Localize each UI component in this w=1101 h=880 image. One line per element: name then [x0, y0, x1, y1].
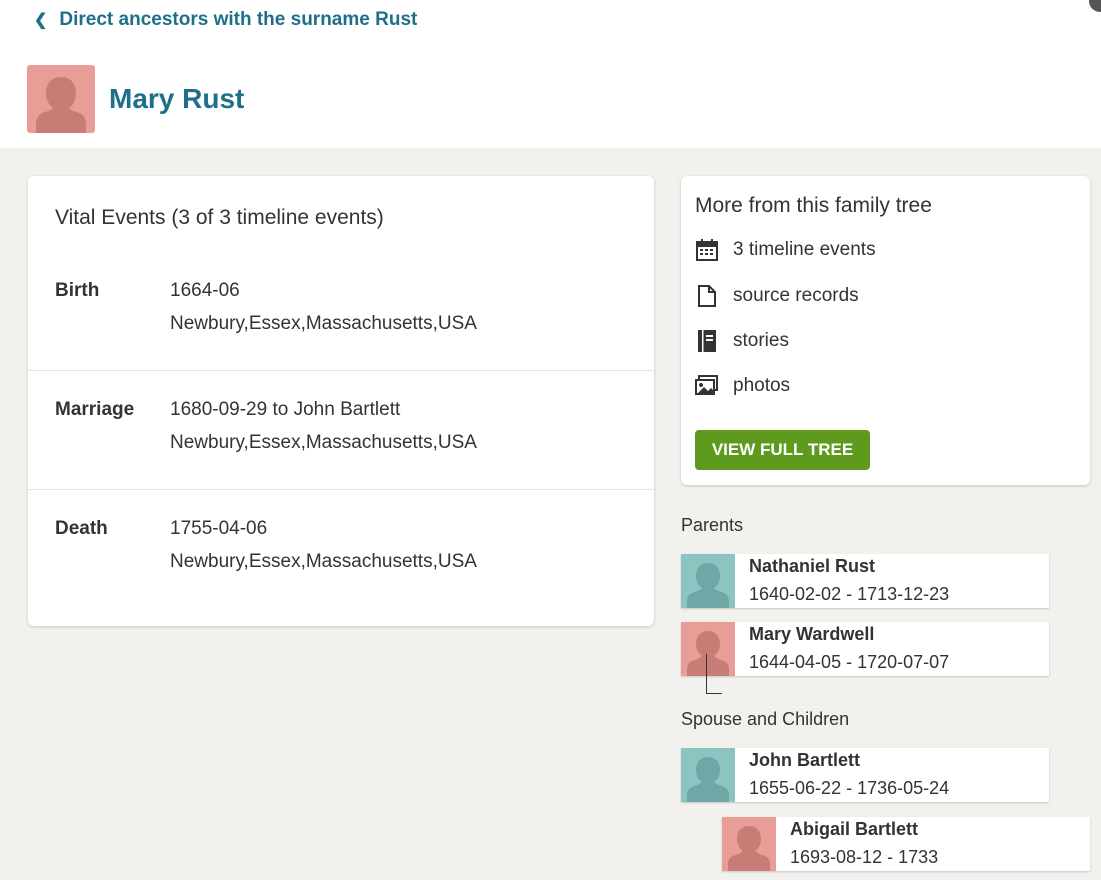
event-label: Death [55, 518, 108, 539]
avatar [722, 817, 776, 871]
person-dates: 1640-02-02 - 1713-12-23 [749, 584, 950, 604]
event-date: 1664-06 [170, 280, 240, 301]
more-title: More from this family tree [695, 194, 932, 217]
source-records-link[interactable]: source records [695, 284, 859, 308]
avatar [681, 554, 735, 608]
event-label: Marriage [55, 399, 135, 420]
event-place: Newbury,Essex,Massachusetts,USA [170, 313, 477, 334]
avatar [681, 748, 735, 802]
event-place: Newbury,Essex,Massachusetts,USA [170, 551, 477, 572]
person-dates: 1693-08-12 - 1733 [790, 847, 939, 867]
person-card-nathaniel-rust[interactable]: Nathaniel Rust 1640-02-02 - 1713-12-23 [681, 554, 1049, 608]
person-name: Mary Wardwell [749, 624, 875, 644]
calendar-icon [695, 238, 719, 262]
person-card-abigail-bartlett[interactable]: Abigail Bartlett 1693-08-12 - 1733 [722, 817, 1090, 871]
person-name: Abigail Bartlett [790, 819, 919, 839]
spouse-children-heading: Spouse and Children [681, 709, 850, 729]
person-name: John Bartlett [749, 750, 861, 770]
event-death: Death 1755-04-06 Newbury,Essex,Massachus… [28, 490, 654, 609]
photos-link[interactable]: photos [695, 374, 790, 398]
main-content: Vital Events (3 of 3 timeline events) Bi… [0, 148, 1101, 880]
event-label: Birth [55, 280, 100, 301]
person-dates: 1655-06-22 - 1736-05-24 [749, 778, 950, 798]
back-link-label: Direct ancestors with the surname Rust [59, 9, 418, 30]
male-silhouette-icon [687, 757, 729, 802]
timeline-events-link[interactable]: 3 timeline events [695, 238, 876, 262]
event-date: 1680-09-29 to John Bartlett [170, 399, 401, 420]
person-card-john-bartlett[interactable]: John Bartlett 1655-06-22 - 1736-05-24 [681, 748, 1049, 802]
event-date: 1755-04-06 [170, 518, 268, 539]
event-marriage: Marriage 1680-09-29 to John Bartlett New… [28, 371, 654, 490]
avatar[interactable] [27, 65, 95, 133]
page-header: ❮ Direct ancestors with the surname Rust… [0, 0, 1101, 148]
stories-label: stories [733, 330, 789, 351]
book-icon [695, 329, 719, 353]
person-dates: 1644-04-05 - 1720-07-07 [749, 652, 950, 672]
person-name: Nathaniel Rust [749, 556, 876, 576]
vital-events-title: Vital Events (3 of 3 timeline events) [55, 206, 384, 229]
timeline-events-label: 3 timeline events [733, 239, 876, 260]
stories-link[interactable]: stories [695, 329, 789, 353]
event-place: Newbury,Essex,Massachusetts,USA [170, 432, 477, 453]
person-card-mary-wardwell[interactable]: Mary Wardwell 1644-04-05 - 1720-07-07 [681, 622, 1049, 676]
female-silhouette-icon [36, 77, 86, 133]
photos-label: photos [733, 375, 791, 396]
vital-events-card: Vital Events (3 of 3 timeline events) Bi… [28, 176, 654, 626]
source-records-label: source records [733, 285, 859, 306]
corner-badge [1089, 0, 1101, 12]
back-link[interactable]: ❮ Direct ancestors with the surname Rust [34, 9, 417, 31]
photo-icon [695, 374, 719, 398]
document-icon [695, 284, 719, 308]
page-title: Mary Rust [109, 83, 245, 114]
view-full-tree-button[interactable]: VIEW FULL TREE [695, 430, 870, 470]
more-from-tree-card: More from this family tree 3 timeline ev… [681, 176, 1090, 485]
person-header: Mary Rust [27, 65, 244, 133]
chevron-left-icon: ❮ [34, 12, 48, 29]
male-silhouette-icon [687, 563, 729, 608]
female-silhouette-icon [728, 826, 770, 871]
parents-heading: Parents [681, 515, 744, 535]
tree-connector [706, 654, 722, 694]
event-birth: Birth 1664-06 Newbury,Essex,Massachusett… [28, 252, 654, 371]
